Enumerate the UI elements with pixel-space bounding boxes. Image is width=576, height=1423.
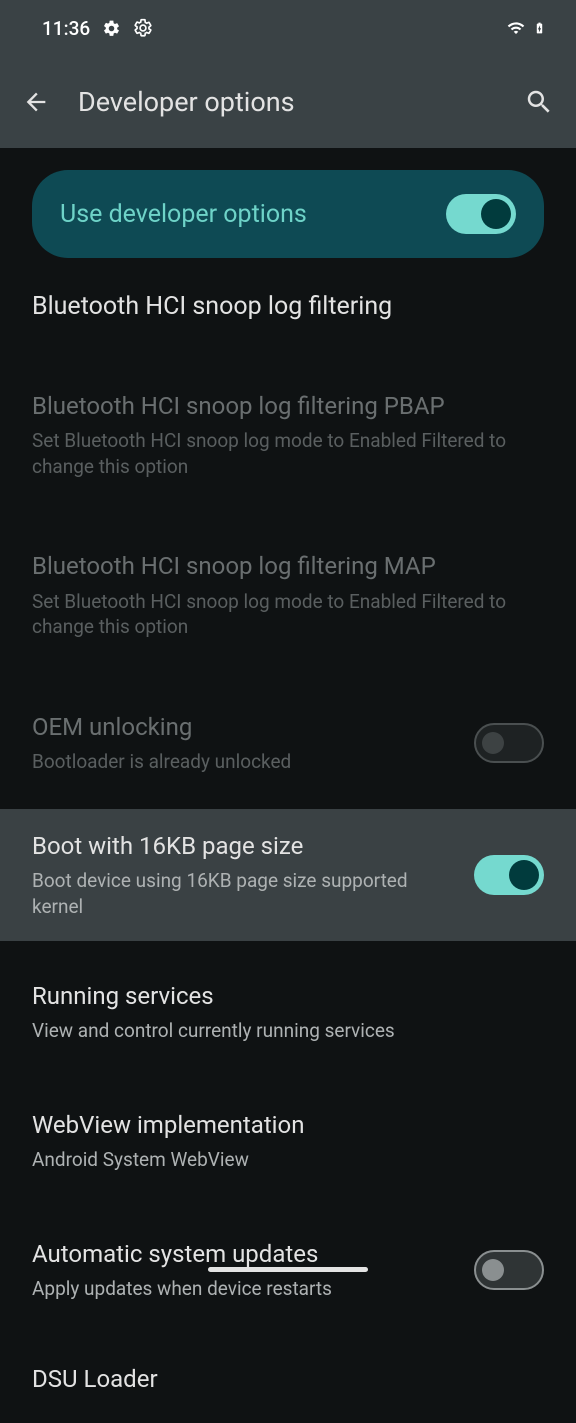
setting-title: Boot with 16KB page size [32,831,454,862]
setting-title: Automatic system updates [32,1239,454,1270]
back-icon[interactable] [22,88,50,116]
setting-subtitle: Boot device using 16KB page size support… [32,868,454,919]
settings-outline-icon [133,18,153,38]
setting-subtitle: View and control currently running servi… [32,1018,544,1044]
wifi-icon [505,19,527,37]
app-header: Developer options [0,56,576,148]
status-time: 11:36 [42,17,90,40]
toggle-oem [474,723,544,763]
setting-boot-16kb[interactable]: Boot with 16KB page size Boot device usi… [0,809,576,941]
battery-icon [533,17,546,39]
setting-bt-pbap: Bluetooth HCI snoop log filtering PBAP S… [0,369,576,501]
setting-subtitle: Android System WebView [32,1147,544,1173]
toggle-boot-16kb[interactable] [474,855,544,895]
master-toggle[interactable]: Use developer options [32,170,544,258]
setting-running-services[interactable]: Running services View and control curren… [0,959,576,1066]
status-left: 11:36 [42,17,153,40]
setting-subtitle: Set Bluetooth HCI snoop log mode to Enab… [32,428,544,479]
setting-subtitle: Bootloader is already unlocked [32,749,454,775]
status-right [505,17,546,39]
setting-title: Bluetooth HCI snoop log filtering PBAP [32,391,544,422]
setting-dsu-loader[interactable]: DSU Loader [0,1342,576,1423]
content: Use developer options Bluetooth HCI snoo… [0,170,576,1423]
setting-title: Running services [32,981,544,1012]
setting-title: DSU Loader [32,1364,544,1395]
settings-icon [102,19,121,38]
nav-indicator [208,1267,368,1272]
page-title: Developer options [78,86,496,118]
status-bar: 11:36 [0,0,576,56]
master-toggle-label: Use developer options [60,200,307,229]
setting-title: Bluetooth HCI snoop log filtering MAP [32,551,544,582]
master-toggle-switch[interactable] [446,194,516,234]
setting-bt-map: Bluetooth HCI snoop log filtering MAP Se… [0,529,576,661]
setting-title: WebView implementation [32,1110,544,1141]
search-icon[interactable] [524,87,554,117]
setting-title: OEM unlocking [32,712,454,743]
section-header-bt-filtering: Bluetooth HCI snoop log filtering [0,280,576,341]
setting-webview[interactable]: WebView implementation Android System We… [0,1088,576,1195]
setting-subtitle: Set Bluetooth HCI snoop log mode to Enab… [32,589,544,640]
toggle-auto-updates[interactable] [474,1250,544,1290]
setting-oem-unlocking: OEM unlocking Bootloader is already unlo… [0,690,576,797]
